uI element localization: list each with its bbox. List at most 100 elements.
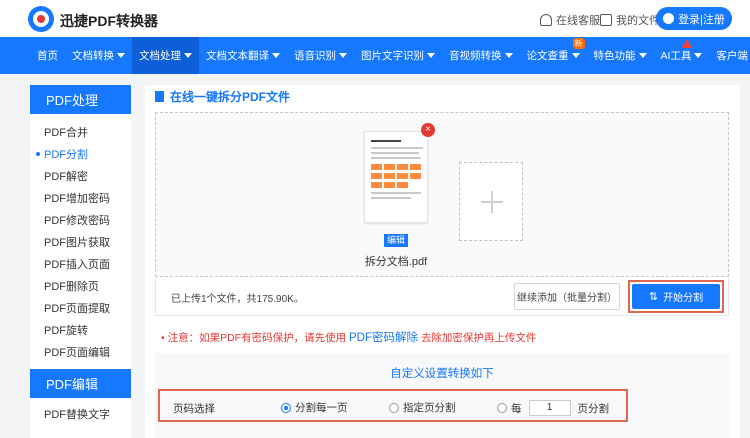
sidebar-item[interactable]: PDF合并 (30, 121, 131, 143)
split-each-label: 分割每一页 (295, 402, 348, 414)
page-select-label: 页码选择 (173, 403, 215, 415)
nav-item-label: 文档转换 (72, 50, 114, 62)
caret-down-icon (184, 53, 192, 58)
nav-item-3[interactable]: 文档文本翻译 (199, 37, 287, 74)
every-suffix-label: 页分割 (577, 402, 610, 415)
nav-item-4[interactable]: 语音识别 (287, 37, 354, 74)
headset-icon (540, 14, 552, 26)
start-split-button[interactable]: ⇅ 开始分割 (632, 284, 720, 309)
nav-item-label: 文档文本翻译 (206, 50, 269, 62)
caret-down-icon (694, 53, 703, 58)
nav-item-1[interactable]: 文档转换 (65, 37, 132, 74)
split-specified-label: 指定页分割 (403, 402, 456, 414)
edit-file-button[interactable]: 编辑 (384, 234, 408, 247)
file-name: 拆分文档.pdf (364, 256, 428, 268)
upload-area[interactable]: × 编辑 拆分文档.pdf (155, 112, 729, 277)
sidebar-item[interactable]: PDF图片获取 (30, 231, 131, 253)
main-panel: 在线一键拆分PDF文件 × 编辑 拆分文档.pdf 已上传1个文件，共175.9… (145, 85, 740, 438)
my-files-link[interactable]: 我的文件 (600, 12, 660, 28)
nav-item-label: 图片文字识别 (361, 50, 424, 62)
sidebar-item[interactable]: PDF插入页面 (30, 253, 131, 275)
pdf-decrypt-link[interactable]: PDF密码解除 (349, 332, 418, 344)
customer-service-link[interactable]: 在线客服 (540, 12, 600, 28)
document-icon (155, 91, 164, 102)
start-split-label: 开始分割 (663, 293, 704, 304)
upload-status-text: 已上传1个文件，共175.90K。 (171, 294, 304, 305)
nav-item-label: AI工具 (660, 50, 692, 62)
thumb-cell (384, 182, 395, 188)
new-badge: 新 (572, 38, 585, 49)
file-icon (600, 14, 612, 26)
thumb-cell (371, 164, 382, 170)
nav-item-10[interactable]: 客户端 (709, 37, 750, 74)
every-prefix-label: 每 (511, 402, 522, 415)
thumb-cell (397, 173, 408, 179)
nav-item-label: 客户端 (716, 50, 748, 62)
thumb-text-line (371, 152, 419, 154)
thumb-text-line (371, 192, 421, 194)
notice-prefix: • 注意：如果PDF有密码保护，请先使用 (161, 332, 347, 344)
sidebar-item[interactable]: PDF分割 (30, 143, 131, 165)
nav-item-label: 论文查重 (526, 50, 569, 62)
thumb-cell (384, 164, 395, 170)
add-file-button[interactable] (459, 162, 523, 241)
thumb-text-line (371, 197, 411, 199)
radio-split-specified[interactable]: 指定页分割 (389, 400, 456, 415)
nav-item-6[interactable]: 音视频转换 (442, 37, 520, 74)
sidebar-item[interactable]: PDF删除页 (30, 275, 131, 297)
nav-item-label: 语音识别 (294, 50, 336, 62)
nav-item-7[interactable]: 论文查重新 (520, 37, 587, 74)
upload-status-row: 已上传1个文件，共175.90K。 继续添加（批量分割） ⇅ 开始分割 (155, 278, 729, 316)
settings-panel: 自定义设置转换如下 页码选择 分割每一页 指定页分割 每 1 页分割 (155, 353, 729, 438)
thumb-cell (371, 182, 382, 188)
sidebar-item[interactable]: PDF替换文字 (30, 403, 131, 425)
pages-per-split-input[interactable]: 1 (528, 400, 571, 416)
sidebar-item[interactable]: PDF解密 (30, 165, 131, 187)
caret-down-icon (571, 53, 580, 58)
nav-item-label: 首页 (37, 50, 58, 62)
swap-icon: ⇅ (648, 291, 659, 303)
thumb-cell (410, 164, 421, 170)
nav-item-9[interactable]: AI工具 (654, 37, 710, 74)
my-files-label: 我的文件 (616, 15, 660, 27)
logo-icon[interactable] (28, 6, 54, 32)
nav-item-8[interactable]: 特色功能 (587, 37, 654, 74)
sidebar-list-pdf-edit: PDF替换文字 (30, 398, 131, 425)
nav-item-label: 特色功能 (593, 50, 636, 62)
radio-icon (389, 402, 399, 413)
user-icon (663, 13, 675, 24)
login-register-label: 登录|注册 (678, 13, 725, 26)
nav-item-5[interactable]: 图片文字识别 (354, 37, 442, 74)
sidebar-item[interactable]: PDF增加密码 (30, 187, 131, 209)
main-nav: 首页 文档转换 文档处理 文档文本翻译 语音识别 图片文字识别 音视频转换 论文查重新特色功能… (0, 37, 750, 74)
sidebar-item[interactable]: PDF旋转 (30, 319, 131, 341)
sidebar-section-pdf-processing: PDF处理 (30, 85, 131, 114)
brand-name[interactable]: 迅捷PDF转换器 (60, 11, 158, 31)
page-title: 在线一键拆分PDF文件 (155, 88, 290, 105)
password-notice: • 注意：如果PDF有密码保护，请先使用 PDF密码解除 去除加密保护再上传文件 (161, 329, 536, 345)
caret-down-icon (638, 53, 647, 58)
file-thumbnail[interactable] (364, 131, 428, 223)
sidebar-item[interactable]: PDF修改密码 (30, 209, 131, 231)
sidebar-section-pdf-edit: PDF编辑 (30, 369, 131, 398)
thumb-cell (371, 173, 382, 179)
radio-split-each-page[interactable]: 分割每一页 (281, 400, 348, 415)
nav-item-2[interactable]: 文档处理 (132, 37, 199, 74)
login-register-button[interactable]: 登录|注册 (656, 7, 732, 30)
thumb-text-line (371, 147, 423, 149)
thumb-text-line (371, 157, 421, 159)
radio-selected-icon (281, 402, 291, 413)
thumb-cell (397, 164, 408, 170)
delete-file-button[interactable]: × (421, 123, 435, 137)
radio-icon (497, 403, 507, 413)
customer-service-label: 在线客服 (556, 15, 600, 27)
sidebar-item[interactable]: PDF页面编辑 (30, 341, 131, 363)
plus-icon-vertical (491, 191, 493, 213)
radio-split-every-n[interactable]: 每 1 页分割 (497, 400, 609, 416)
nav-item-0[interactable]: 首页 (30, 37, 65, 74)
sidebar-item[interactable]: PDF页面提取 (30, 297, 131, 319)
caret-down-icon (117, 53, 125, 58)
continue-add-button[interactable]: 继续添加（批量分割） (514, 283, 620, 310)
notice-suffix: 去除加密保护再上传文件 (420, 332, 537, 344)
caret-down-icon (504, 53, 513, 58)
